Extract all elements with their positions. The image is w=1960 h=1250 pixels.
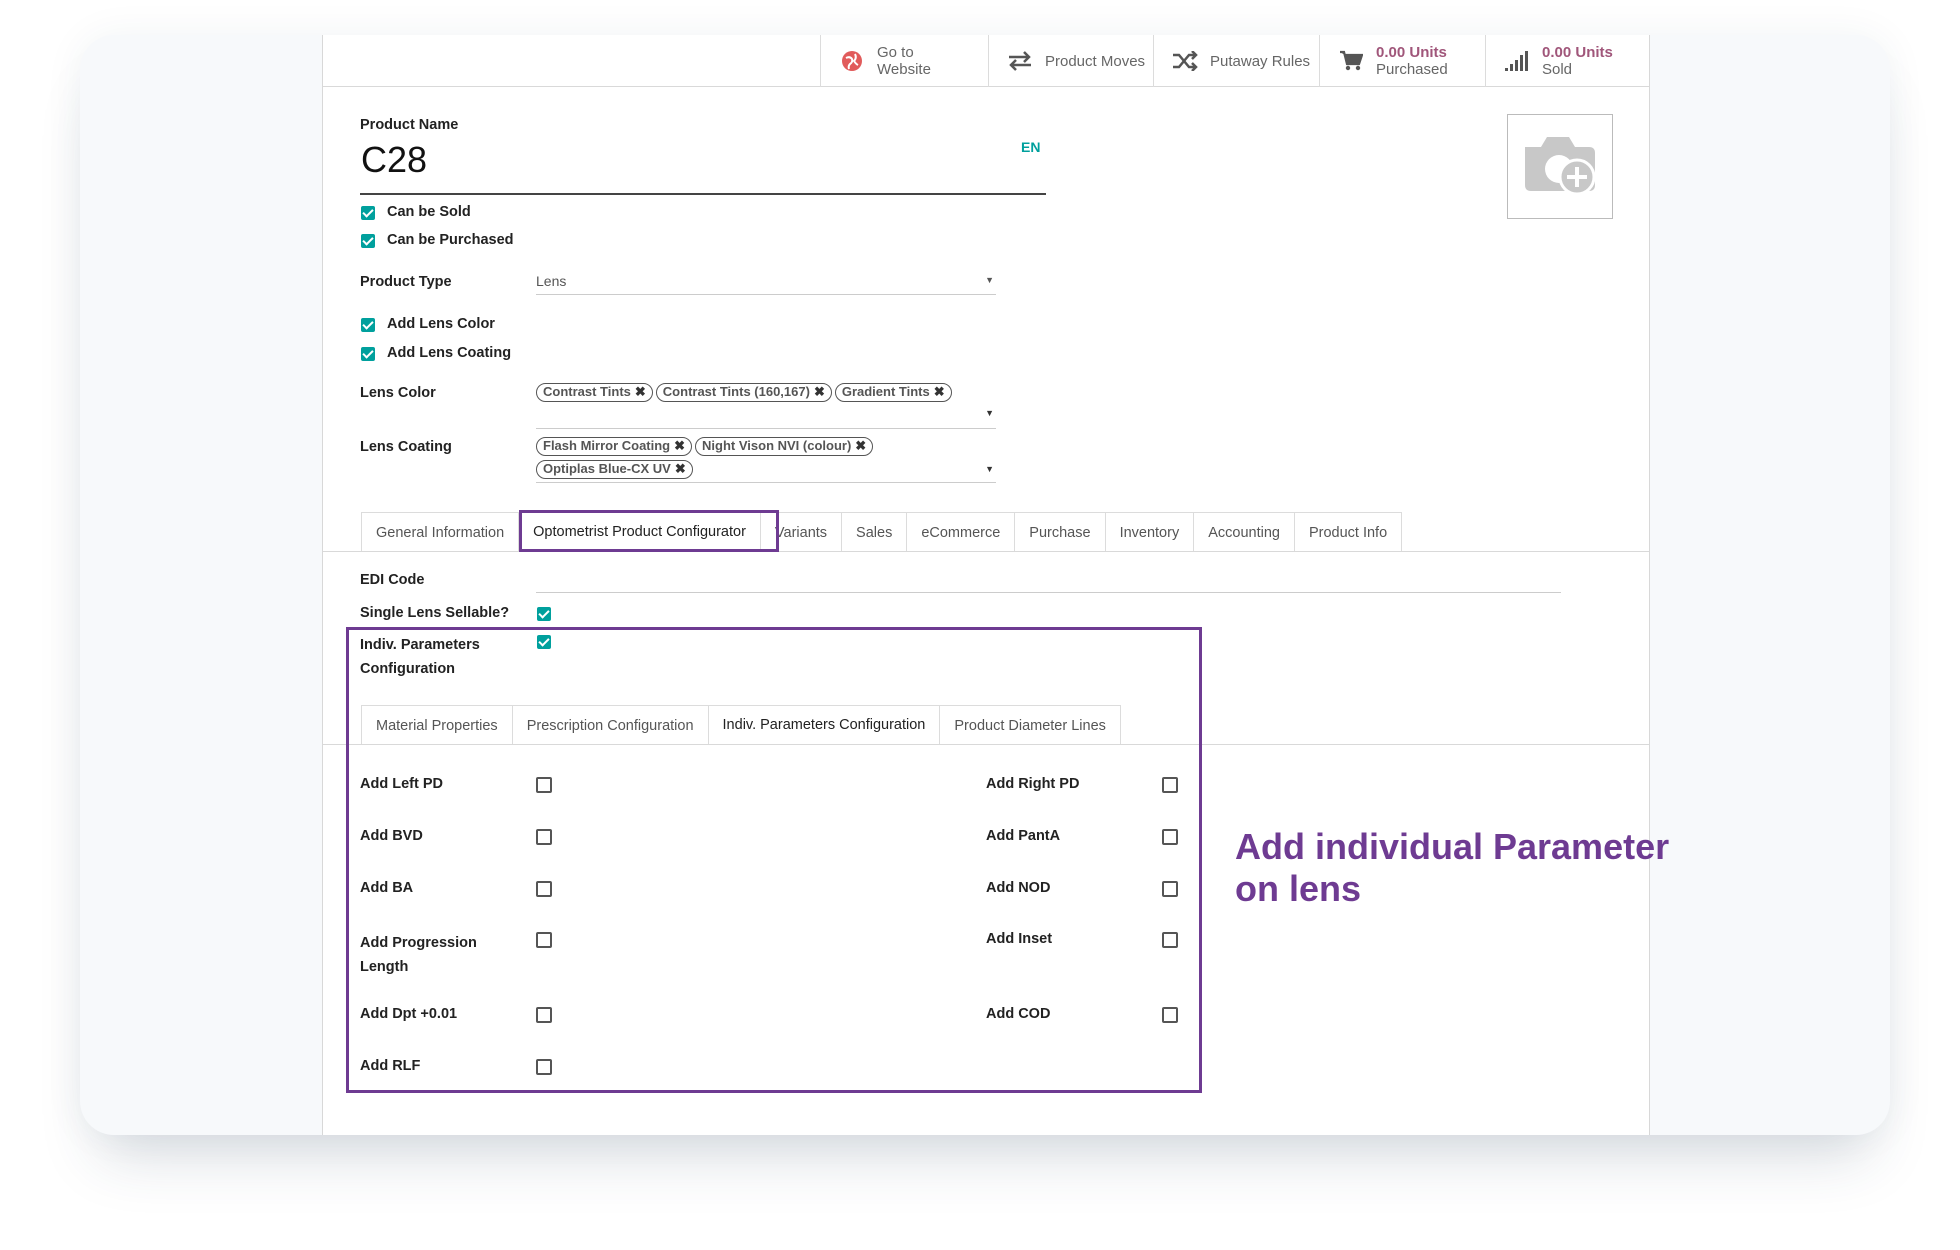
remove-tag-icon[interactable]: ✖	[675, 461, 686, 476]
product-name-input[interactable]: C28	[361, 139, 427, 181]
units-purchased-button[interactable]: 0.00 Units Purchased	[1319, 35, 1485, 87]
edi-code-input[interactable]	[536, 571, 1561, 593]
smart-button-bar: Go to Website Product Moves Putaway Rule…	[323, 35, 1649, 87]
product-name-label: Product Name	[360, 117, 459, 133]
remove-tag-icon[interactable]: ✖	[674, 438, 685, 453]
tab-general-information[interactable]: General Information	[361, 512, 520, 552]
go-to-website-line1: Go to	[877, 44, 914, 61]
tab-ecommerce[interactable]: eCommerce	[906, 512, 1016, 552]
can-be-sold-checkbox[interactable]	[361, 206, 375, 220]
single-lens-sellable-label: Single Lens Sellable?	[360, 605, 510, 621]
add-lens-coating-checkbox[interactable]	[361, 347, 375, 361]
go-to-website-button[interactable]: Go to Website	[820, 35, 954, 87]
caret-down-icon: ▼	[985, 464, 994, 474]
caret-down-icon: ▼	[985, 275, 994, 285]
remove-tag-icon[interactable]: ✖	[814, 384, 825, 399]
product-type-select[interactable]: Lens ▼	[536, 273, 996, 295]
units-purchased-label: Purchased	[1376, 61, 1448, 78]
can-be-purchased-label: Can be Purchased	[387, 232, 514, 248]
callout-text: Add individual Parameter on lens	[1235, 826, 1755, 910]
product-moves-button[interactable]: Product Moves	[988, 35, 1153, 87]
lens-coating-tag[interactable]: Night Vison NVI (colour) ✖	[695, 437, 874, 456]
globe-icon	[839, 48, 865, 74]
tab-sales[interactable]: Sales	[841, 512, 908, 552]
lens-color-tag[interactable]: Contrast Tints (160,167) ✖	[655, 383, 832, 402]
product-image-upload[interactable]	[1507, 114, 1613, 219]
tab-accounting[interactable]: Accounting	[1193, 512, 1295, 552]
edi-code-label: EDI Code	[360, 572, 425, 588]
main-notebook-tabs: General Information Optometrist Product …	[361, 512, 1403, 552]
highlight-parameters-section	[346, 627, 1202, 1093]
units-sold-value: 0.00 Units	[1542, 44, 1613, 61]
bar-chart-icon	[1504, 48, 1530, 74]
lens-color-tag[interactable]: Contrast Tints ✖	[536, 383, 653, 402]
language-button[interactable]: EN	[1021, 139, 1040, 155]
tab-product-info[interactable]: Product Info	[1293, 512, 1403, 552]
go-to-website-line2: Website	[877, 61, 931, 78]
add-lens-color-label: Add Lens Color	[387, 316, 495, 332]
lens-color-field[interactable]: Contrast Tints ✖ Contrast Tints (160,167) ✖…	[536, 383, 996, 429]
tab-purchase[interactable]: Purchase	[1014, 512, 1106, 552]
lens-coating-tag[interactable]: Optiplas Blue-CX UV ✖	[536, 460, 693, 479]
product-type-value: Lens	[536, 273, 567, 289]
units-purchased-value: 0.00 Units	[1376, 44, 1447, 61]
lens-coating-tag[interactable]: Flash Mirror Coating ✖	[536, 437, 693, 456]
single-lens-sellable-checkbox[interactable]	[537, 607, 551, 621]
remove-tag-icon[interactable]: ✖	[934, 384, 945, 399]
lens-color-label: Lens Color	[360, 385, 436, 401]
putaway-rules-button[interactable]: Putaway Rules	[1153, 35, 1319, 87]
units-sold-button[interactable]: 0.00 Units Sold	[1485, 35, 1649, 87]
remove-tag-icon[interactable]: ✖	[635, 384, 646, 399]
product-name-underline	[360, 193, 1046, 195]
camera-plus-icon	[1519, 129, 1601, 204]
units-sold-label: Sold	[1542, 61, 1573, 78]
add-lens-color-checkbox[interactable]	[361, 318, 375, 332]
remove-tag-icon[interactable]: ✖	[855, 438, 866, 453]
lens-coating-label: Lens Coating	[360, 439, 452, 455]
highlight-configurator-tab	[519, 510, 779, 552]
cart-icon	[1338, 48, 1364, 74]
can-be-sold-label: Can be Sold	[387, 204, 471, 220]
putaway-rules-label: Putaway Rules	[1210, 52, 1311, 70]
tab-inventory[interactable]: Inventory	[1104, 512, 1195, 552]
callout-line1: Add individual Parameter	[1235, 826, 1670, 867]
add-lens-coating-label: Add Lens Coating	[387, 345, 512, 361]
can-be-purchased-checkbox[interactable]	[361, 234, 375, 248]
product-type-label: Product Type	[360, 274, 452, 290]
product-moves-label: Product Moves	[1045, 52, 1146, 70]
callout-line2: on lens	[1235, 868, 1362, 909]
lens-color-tag[interactable]: Gradient Tints ✖	[834, 383, 952, 402]
exchange-arrows-icon	[1007, 48, 1033, 74]
caret-down-icon: ▼	[985, 408, 994, 418]
shuffle-icon	[1172, 48, 1198, 74]
lens-coating-field[interactable]: Flash Mirror Coating ✖ Night Vison NVI (co…	[536, 437, 996, 483]
